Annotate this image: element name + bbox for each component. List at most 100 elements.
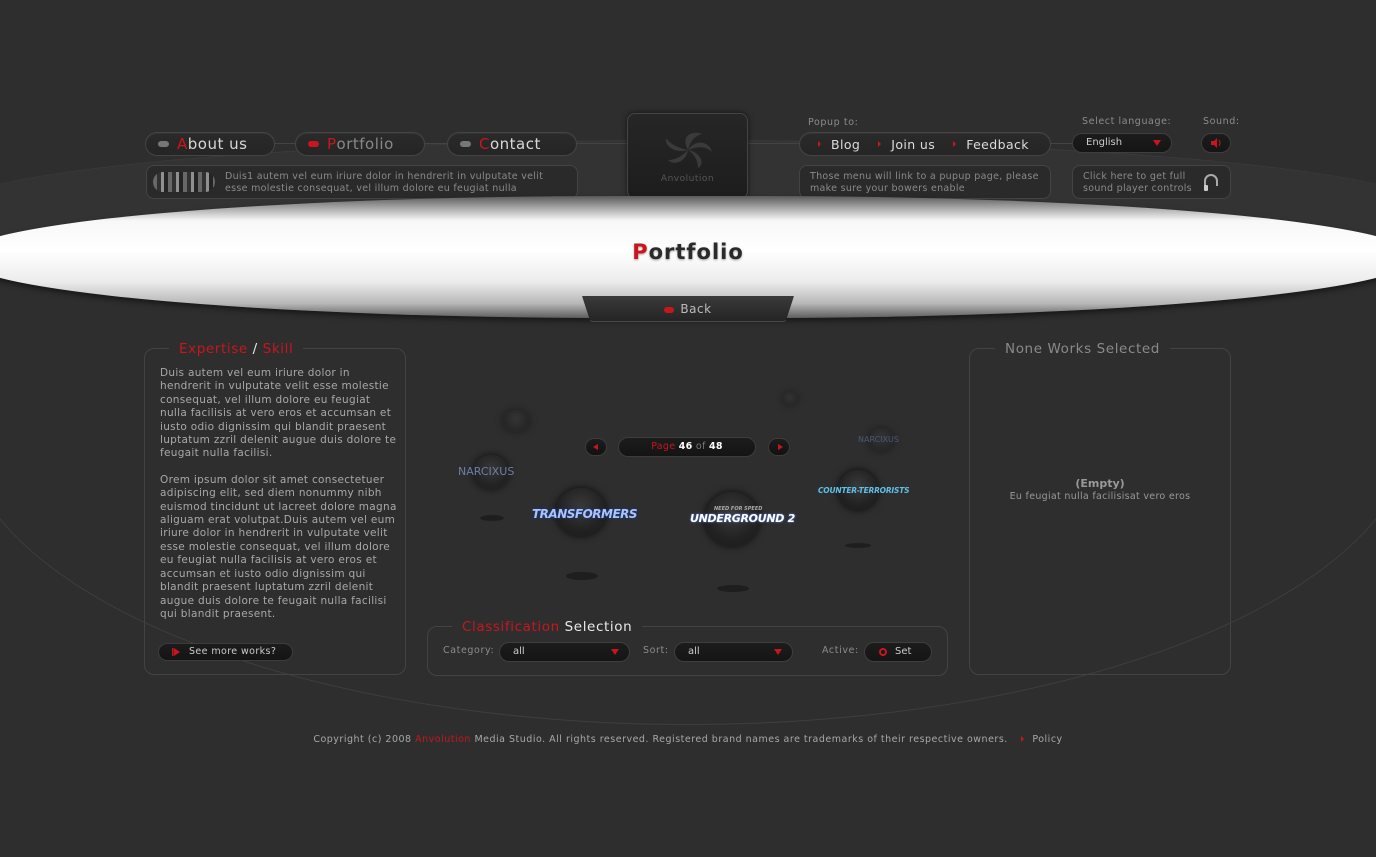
page-title-initial: P [632,240,649,264]
popup-join-us[interactable]: Join us [878,137,935,152]
works-empty-sub: Eu feugiat nulla facilisisat vero eros [1009,491,1191,502]
nav-initial: C [479,135,490,153]
item-shadow [717,585,749,592]
sort-label: Sort: [643,645,669,656]
policy-link[interactable]: Policy [1021,734,1062,745]
language-select[interactable]: English [1072,133,1172,153]
footer-brand[interactable]: Anvolution [415,734,471,745]
news-thumbnail[interactable] [153,172,215,192]
sort-select[interactable]: all [674,642,793,662]
item-shadow [566,572,598,580]
item-shadow [480,515,504,521]
nav-about-us[interactable]: About us [145,132,275,156]
nav-portfolio[interactable]: Portfolio [295,132,425,156]
speaker-icon [1211,138,1221,148]
bullet-icon [664,306,675,313]
category-select[interactable]: all [499,642,630,662]
bullet-icon [308,141,319,147]
headphones-icon [1204,174,1218,191]
circle-icon [879,648,887,656]
active-label: Active: [822,645,859,656]
popup-item-label: Join us [891,136,936,152]
logo-text: Anvolution [660,174,715,184]
sort-value: all [688,646,700,657]
counter-terrorists-logo: COUNTER-TERRORISTS [818,486,910,495]
item-shadow [845,543,871,548]
chevron-down-icon [774,649,782,655]
news-text: Duis1 autem vel eum iriure dolor in hend… [225,171,544,194]
expertise-title-sep: / [247,341,263,357]
page-word: Page [651,441,676,452]
category-value: all [513,646,525,657]
expertise-panel: Expertise / Skill Duis autem vel eum iri… [144,341,406,675]
nav-label: ortfolio [336,135,394,153]
footer-copyright: Copyright (c) 2008 [313,734,416,745]
see-more-works-button[interactable]: See more works? [158,643,293,661]
nav-contact[interactable]: Contact [447,132,577,156]
back-label: Back [680,302,712,316]
transformers-logo: TRANSFORMERS [532,507,638,521]
expertise-title-a: Expertise [179,341,248,357]
category-label: Category: [443,645,495,656]
bullet-icon [158,141,169,147]
narcixus-logo-small: NARCIXUS [858,435,899,444]
classification-title-a: Classification [462,619,560,635]
narcixus-logo: NARCIXUS [458,465,515,478]
current-page: 46 [678,441,693,452]
footer-rights: Media Studio. All rights reserved. Regis… [470,734,1008,745]
next-page-button[interactable] [768,438,790,456]
nav-label: ontact [489,135,541,153]
expertise-text: Duis autem vel eum iriure dolor in hendr… [160,367,400,634]
previous-page-button[interactable] [585,438,607,456]
expertise-title-b: Skill [262,341,294,357]
expertise-paragraph: Orem ipsum dolor sit amet consectetuer a… [160,473,397,620]
expertise-title: Expertise / Skill [169,341,304,357]
footer: Copyright (c) 2008 Anvolution Media Stud… [0,734,1376,745]
popup-item-label: Feedback [966,136,1029,152]
page-title: Portfolio [0,240,1376,264]
language-label: Select language: [1082,116,1172,127]
total-pages: 48 [708,441,723,452]
underground-logo: UNDERGROUND 2 [690,512,795,525]
works-panel: None Works Selected (Empty) Eu feugiat n… [969,341,1231,675]
carousel-item-back[interactable] [502,410,530,432]
chevron-down-icon [611,649,619,655]
news-box: Duis1 autem vel eum iriure dolor in hend… [146,165,578,199]
popup-item-label: Blog [831,136,861,152]
arrow-icon [878,141,882,147]
arrow-left-icon [593,444,598,450]
sound-note-text: Click here to get full sound player cont… [1083,171,1192,194]
language-value: English [1086,137,1123,148]
arrow-icon [1021,736,1025,742]
popup-menu: Blog Join us Feedback [799,132,1051,156]
arrow-right-icon [778,444,783,450]
page-title-rest: ortfolio [648,240,744,264]
sound-label: Sound: [1203,116,1240,127]
arrow-icon [818,141,821,147]
popup-note-text: Those menu will link to a pupup page, pl… [810,171,1039,194]
page-indicator: Page 46 of 48 [618,437,756,457]
set-button[interactable]: Set [864,642,932,662]
nav-initial: A [177,135,188,153]
logo-icon [665,132,712,168]
popup-feedback[interactable]: Feedback [953,137,1029,152]
see-more-label: See more works? [189,646,277,657]
of-word: of [695,441,706,452]
nav-label: bout us [187,135,248,153]
policy-label: Policy [1032,734,1063,745]
classification-panel: Classification Selection Category: all S… [427,619,948,676]
set-label: Set [895,646,912,657]
logo-box[interactable]: Anvolution [627,113,748,199]
works-empty: (Empty) [1075,477,1125,490]
sound-toggle[interactable] [1201,133,1231,153]
play-icon [172,648,180,656]
bullet-icon [460,141,471,147]
popup-label: Popup to: [808,117,859,128]
carousel-item-back[interactable] [782,392,798,406]
arrow-icon [953,141,957,147]
sound-note[interactable]: Click here to get full sound player cont… [1072,165,1231,199]
classification-title: Classification Selection [452,619,643,635]
popup-blog[interactable]: Blog [818,137,860,152]
classification-title-b: Selection [559,619,633,635]
back-button[interactable]: Back [582,296,794,322]
